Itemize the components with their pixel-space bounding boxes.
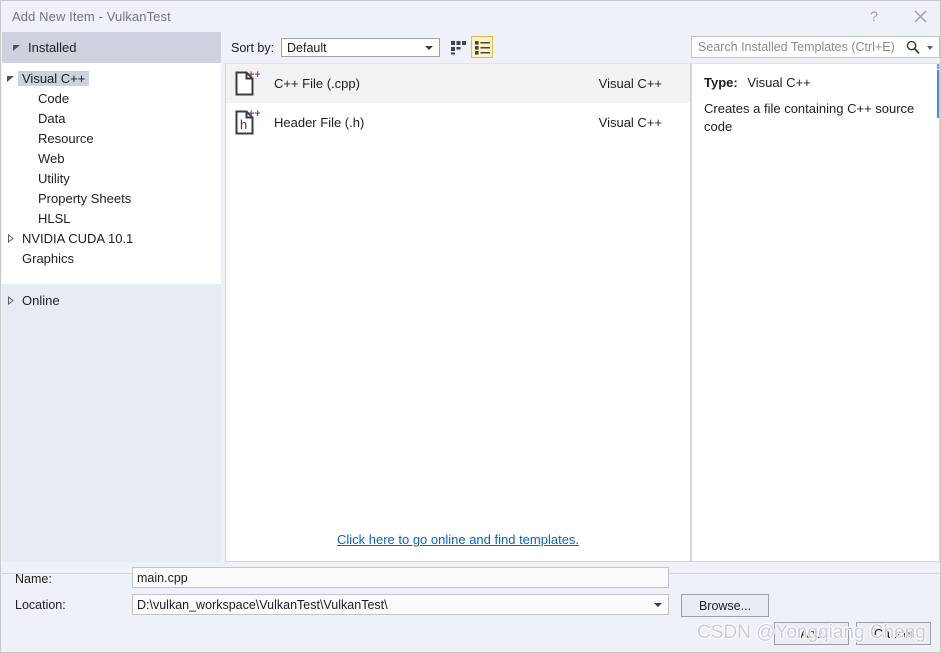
search-templates-box[interactable]: Search Installed Templates (Ctrl+E) [691, 36, 940, 58]
list-toolbar: Sort by: Default [225, 32, 691, 63]
svg-text:++: ++ [248, 108, 260, 120]
template-category: Visual C++ [598, 76, 662, 91]
sidebar-item-label: HLSL [38, 210, 71, 226]
sidebar-item-hlsl[interactable]: HLSL [2, 208, 221, 228]
detail-type-row: Type: Visual C++ [704, 75, 811, 90]
title-bar: Add New Item - VulkanTest ? [1, 1, 940, 32]
detail-type-label: Type: [704, 75, 738, 90]
list-view-button[interactable] [471, 36, 493, 58]
sidebar-item-code[interactable]: Code [2, 88, 221, 108]
sidebar-item-label: NVIDIA CUDA 10.1 [22, 230, 134, 246]
details-scrollbar-thumb[interactable] [937, 70, 939, 118]
expand-triangle-icon [12, 41, 21, 55]
template-category-tree: Visual C++ Code Data Resource Web Utility Prop… [2, 63, 221, 284]
template-details-pane: Type: Visual C++ Creates a file containi… [691, 63, 940, 562]
sidebar-item-label: Data [38, 110, 66, 126]
sidebar-item-label: Visual C++ [18, 70, 90, 86]
sidebar-item-label: Web [38, 150, 65, 166]
scrollbar-top-marker [937, 64, 939, 69]
list-view-icon [474, 40, 490, 55]
online-section: Online [2, 284, 221, 562]
installed-header-label: Installed [28, 40, 77, 55]
sidebar-item-graphics[interactable]: Graphics [2, 248, 221, 268]
location-input-value: D:\vulkan_workspace\VulkanTest\VulkanTes… [137, 597, 388, 612]
header-file-icon: h ++ [234, 108, 262, 138]
chevron-down-icon [2, 74, 18, 83]
sidebar-item-visual-c[interactable]: Visual C++ [2, 68, 221, 88]
sidebar-item-nvidia-cuda-10-1[interactable]: NVIDIA CUDA 10.1 [2, 228, 221, 248]
question-mark-icon: ? [870, 8, 878, 24]
name-label: Name: [15, 572, 52, 586]
sidebar-item-utility[interactable]: Utility [2, 168, 221, 188]
close-icon [914, 10, 926, 22]
sidebar-item-label: Resource [38, 130, 94, 146]
chevron-down-icon[interactable] [654, 603, 662, 607]
svg-text:++: ++ [248, 69, 260, 81]
sidebar-item-data[interactable]: Data [2, 108, 221, 128]
window-title: Add New Item - VulkanTest [12, 9, 171, 24]
sidebar-item-web[interactable]: Web [2, 148, 221, 168]
sort-by-value: Default [287, 41, 327, 55]
sidebar-item-resource[interactable]: Resource [2, 128, 221, 148]
svg-text:h: h [240, 117, 247, 132]
template-category: Visual C++ [598, 115, 662, 130]
sidebar-item-label: Property Sheets [38, 190, 132, 206]
grid-view-icon [450, 40, 466, 54]
detail-description: Creates a file containing C++ source cod… [704, 101, 915, 134]
cpp-file-icon: ++ [234, 69, 262, 99]
template-name: Header File (.h) [274, 115, 365, 130]
online-templates-link[interactable]: Click here to go online and find templat… [337, 532, 579, 547]
search-icon [906, 40, 920, 54]
template-list: ++ C++ File (.cpp) Visual C++ h ++ Header Fil… [225, 63, 691, 562]
sidebar-item-property-sheets[interactable]: Property Sheets [2, 188, 221, 208]
location-label: Location: [15, 598, 66, 612]
browse-button[interactable]: Browse... [681, 594, 769, 617]
sidebar-item-online[interactable]: Online [2, 290, 221, 310]
online-templates-link-wrap: Click here to go online and find templat… [226, 532, 690, 547]
sidebar-item-online-label: Online [22, 292, 60, 308]
installed-header[interactable]: Installed [2, 32, 221, 63]
cancel-button[interactable]: Cancel [856, 622, 931, 645]
add-new-item-dialog: Add New Item - VulkanTest ? Installed Vi… [0, 0, 941, 653]
sort-by-dropdown[interactable]: Default [281, 38, 440, 57]
template-list-item[interactable]: h ++ Header File (.h) Visual C++ [226, 103, 690, 142]
sidebar-item-label: Graphics [22, 250, 75, 266]
tiles-view-button[interactable] [447, 36, 469, 58]
help-button[interactable]: ? [853, 1, 895, 31]
chevron-right-icon [2, 233, 18, 243]
name-input-value: main.cpp [137, 570, 188, 585]
chevron-down-icon[interactable] [927, 46, 933, 50]
search-input[interactable]: Search Installed Templates (Ctrl+E) [698, 40, 895, 54]
location-input[interactable]: D:\vulkan_workspace\VulkanTest\VulkanTes… [132, 594, 669, 615]
chevron-right-icon [2, 295, 18, 305]
add-button[interactable]: Add [774, 622, 849, 645]
sidebar-item-label: Utility [38, 170, 70, 186]
sidebar-item-label: Code [38, 90, 70, 106]
template-list-item[interactable]: ++ C++ File (.cpp) Visual C++ [226, 64, 690, 103]
detail-type-value: Visual C++ [747, 75, 811, 90]
template-name: C++ File (.cpp) [274, 76, 360, 91]
close-button[interactable] [899, 1, 940, 31]
name-input[interactable]: main.cpp [132, 567, 669, 588]
chevron-down-icon [425, 46, 433, 50]
sort-by-label: Sort by: [231, 41, 275, 55]
